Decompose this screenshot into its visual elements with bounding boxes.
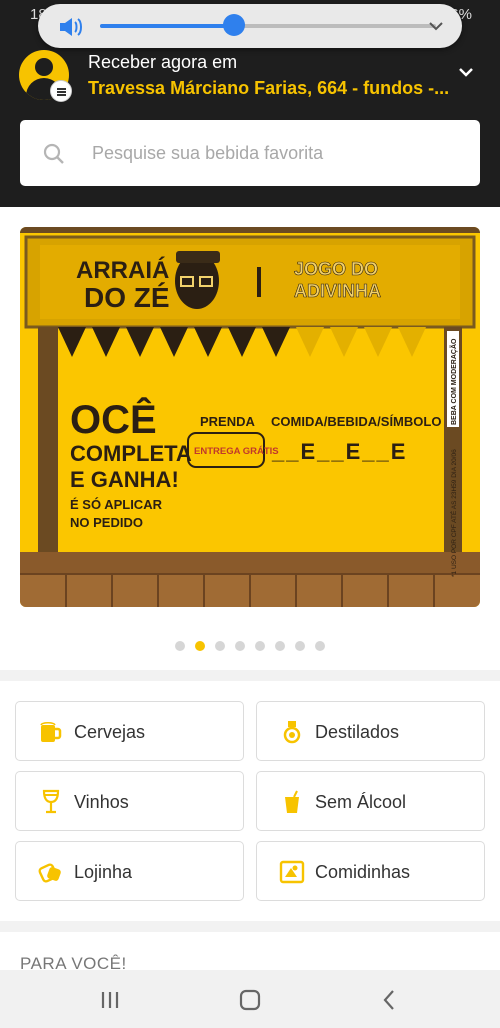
delivery-address[interactable]: Travessa Márciano Farias, 664 - fundos -… bbox=[88, 78, 448, 99]
carousel-dot[interactable] bbox=[295, 641, 305, 651]
carousel-dot[interactable] bbox=[175, 641, 185, 651]
carousel-dot[interactable] bbox=[195, 641, 205, 651]
search-input[interactable]: Pesquise sua bebida favorita bbox=[20, 120, 480, 186]
banner-col-symbol: COMIDA/BEBIDA/SÍMBOLO bbox=[271, 414, 441, 429]
carousel-dot[interactable] bbox=[315, 641, 325, 651]
banner-puzzle: __E__E__E bbox=[271, 439, 407, 464]
app-header: 18:53 76% Receber agora em Travessa Márc… bbox=[0, 0, 500, 207]
carousel-dot[interactable] bbox=[275, 641, 285, 651]
promo-banner-art: ARRAIÁ DO ZÉ JOGO DO ADIVINHA OCÊ COMPLE… bbox=[20, 227, 480, 607]
beer-mug-icon bbox=[40, 722, 62, 742]
banner-prize-tag: ENTREGA GRÁTIS bbox=[194, 446, 279, 457]
chevron-down-icon[interactable] bbox=[457, 66, 475, 80]
deliver-label: Receber agora em bbox=[88, 52, 238, 72]
category-label: Sem Álcool bbox=[315, 792, 407, 812]
carousel-dot[interactable] bbox=[215, 641, 225, 651]
chevron-down-icon[interactable] bbox=[428, 18, 444, 34]
banner-brand-line1: ARRAIÁ bbox=[76, 256, 169, 284]
category-label: Cervejas bbox=[74, 722, 146, 742]
category-label: Vinhos bbox=[74, 792, 129, 812]
recent-apps-icon[interactable] bbox=[98, 988, 122, 1012]
distilled-bottle-icon bbox=[283, 721, 301, 744]
promo-banner[interactable]: ARRAIÁ DO ZÉ JOGO DO ADIVINHA OCÊ COMPLE… bbox=[20, 227, 480, 607]
volume-slider-track[interactable] bbox=[100, 24, 436, 28]
home-icon[interactable] bbox=[238, 988, 262, 1012]
speaker-icon[interactable] bbox=[58, 16, 84, 38]
promo-carousel: ARRAIÁ DO ZÉ JOGO DO ADIVINHA OCÊ COMPLE… bbox=[0, 207, 500, 670]
back-icon[interactable] bbox=[378, 988, 402, 1012]
shop-tag-icon bbox=[38, 863, 61, 883]
category-label: Comidinhas bbox=[315, 862, 411, 882]
volume-overlay[interactable] bbox=[38, 4, 462, 48]
volume-slider-fill bbox=[100, 24, 235, 28]
system-nav-bar bbox=[0, 970, 500, 1028]
volume-slider-thumb[interactable] bbox=[223, 14, 246, 36]
snacks-icon bbox=[279, 860, 305, 884]
category-destilados[interactable]: Destilados bbox=[256, 701, 485, 761]
category-comidinhas[interactable]: Comidinhas bbox=[256, 841, 485, 901]
category-label: Lojinha bbox=[74, 862, 133, 882]
banner-game-line2: ADIVINHA bbox=[294, 281, 381, 301]
carousel-dot[interactable] bbox=[255, 641, 265, 651]
banner-headline3: E GANHA! bbox=[70, 467, 179, 492]
soft-drink-icon bbox=[285, 790, 299, 813]
banner-col-prize: PRENDA bbox=[200, 414, 256, 429]
banner-brand-line2: DO ZÉ bbox=[84, 282, 170, 313]
category-lojinha[interactable]: Lojinha bbox=[15, 841, 244, 901]
category-label: Destilados bbox=[315, 722, 400, 742]
category-grid: Cervejas Destilados Vinhos Sem Álcool Lo… bbox=[0, 681, 500, 921]
banner-headline1: OCÊ bbox=[70, 396, 157, 442]
category-cervejas[interactable]: Cervejas bbox=[15, 701, 244, 761]
category-sem-alcool[interactable]: Sem Álcool bbox=[256, 771, 485, 831]
for-you-section: PARA VOCÊ! bbox=[0, 932, 500, 973]
search-placeholder: Pesquise sua bebida favorita bbox=[92, 143, 324, 163]
search-icon bbox=[43, 143, 64, 164]
menu-icon[interactable] bbox=[50, 80, 72, 102]
banner-sub2: NO PEDIDO bbox=[70, 515, 143, 530]
wine-glass-icon bbox=[42, 789, 60, 814]
banner-headline2: COMPLETA bbox=[70, 441, 192, 466]
banner-side-note: BEBA COM MODERAÇÃO bbox=[449, 338, 458, 425]
category-vinhos[interactable]: Vinhos bbox=[15, 771, 244, 831]
banner-sub1: É SÓ APLICAR bbox=[70, 497, 163, 512]
banner-game-line1: JOGO DO bbox=[294, 259, 378, 279]
carousel-dot[interactable] bbox=[235, 641, 245, 651]
carousel-dots bbox=[0, 641, 500, 651]
banner-fine-print: *1 USO POR CPF ATÉ AS 23H59 DIA 20/06 bbox=[449, 449, 458, 577]
